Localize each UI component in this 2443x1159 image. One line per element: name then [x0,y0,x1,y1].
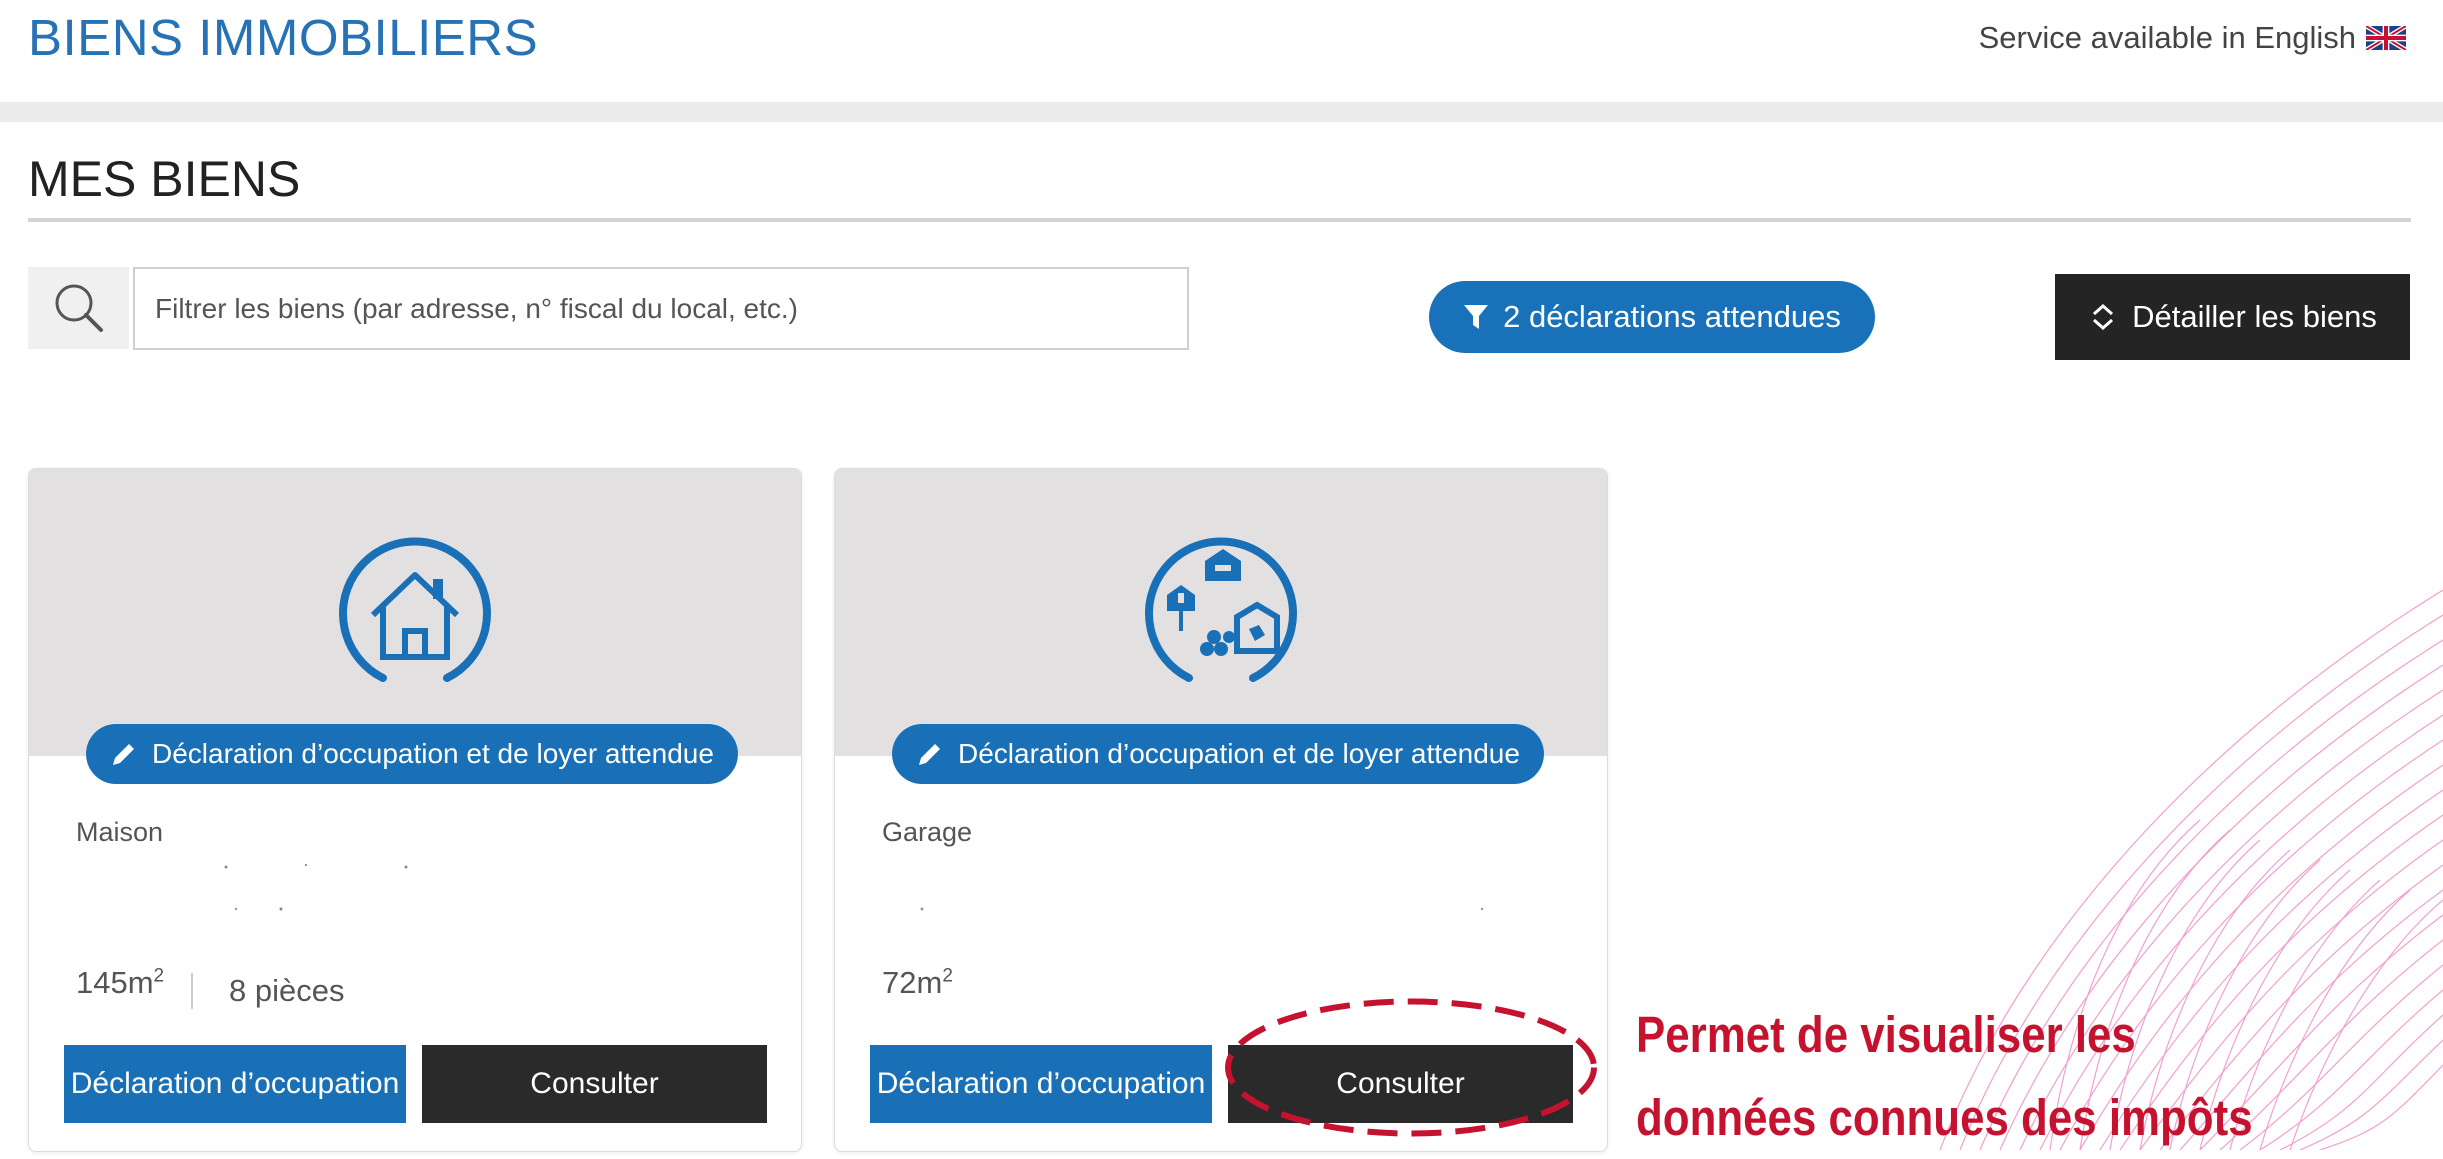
pencil-icon [113,744,134,765]
app-title: BIENS IMMOBILIERS [28,9,539,66]
property-surface: 72m2 [882,965,953,1000]
annotation-line-1: Permet de visualiser les [1636,1006,2136,1063]
consult-button[interactable]: Consulter [422,1045,767,1123]
property-card: Déclaration d’occupation et de loyer att… [28,468,802,1152]
search-icon [55,284,103,332]
badge-label: Déclaration d’occupation et de loyer att… [958,738,1520,769]
english-language-link[interactable]: Service available in English [1979,20,2406,56]
redacted-address [224,863,408,911]
detail-properties-button[interactable]: Détailler les biens [2055,274,2410,360]
separator [191,973,193,1009]
expand-icon [2093,303,2114,331]
house-icon [339,537,491,682]
annotation-line-2: données connues des impôts [1636,1089,2253,1146]
search-button[interactable] [28,267,129,349]
redacted-address [920,907,1484,911]
annotation-text: Permet de visualiser les données connues… [1636,993,2253,1159]
property-surface: 145m2 [76,965,165,1000]
declaration-expected-badge[interactable]: Déclaration d’occupation et de loyer att… [86,724,738,784]
expected-declarations-filter-button[interactable]: 2 déclarations attendues [1429,281,1875,353]
section-title: MES BIENS [28,151,301,207]
header-divider [0,102,2443,122]
uk-flag-icon [2366,26,2406,50]
filter-icon [1464,305,1489,329]
highlight-ellipse [1225,998,1597,1137]
pencil-icon [919,744,940,765]
badge-label: Déclaration d’occupation et de loyer att… [152,738,714,769]
property-type: Garage [882,817,973,847]
occupancy-declaration-button[interactable]: Déclaration d’occupation [870,1045,1212,1123]
occupancy-declaration-button[interactable]: Déclaration d’occupation [64,1045,406,1123]
search-input[interactable] [133,267,1189,350]
garage-icon [1145,537,1297,682]
property-rooms: 8 pièces [229,973,345,1008]
filter-button-label: 2 déclarations attendues [1503,299,1841,334]
property-type: Maison [76,817,164,847]
declaration-expected-badge[interactable]: Déclaration d’occupation et de loyer att… [892,724,1544,784]
detail-button-label: Détailler les biens [2132,299,2377,334]
section-divider [28,218,2411,222]
language-link-label: Service available in English [1978,20,2356,55]
